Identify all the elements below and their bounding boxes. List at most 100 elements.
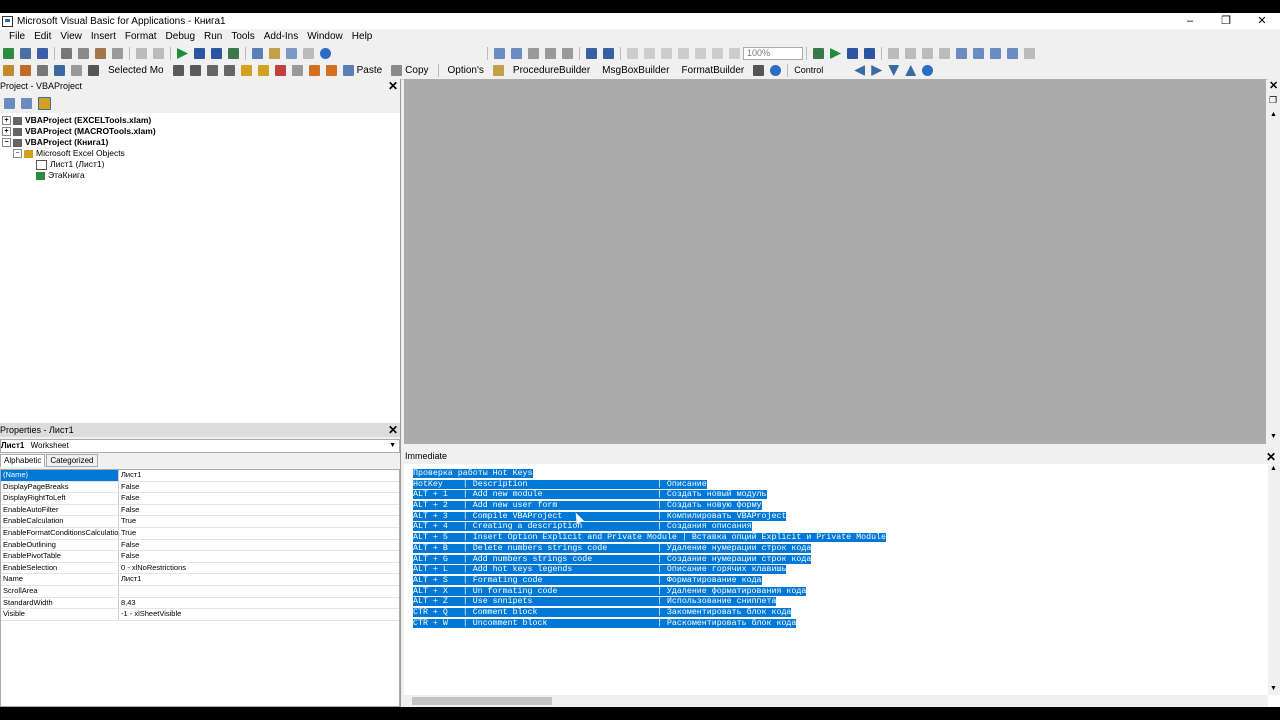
watch-window-icon[interactable] <box>973 48 984 59</box>
close-icon[interactable]: ✕ <box>1269 79 1278 92</box>
insert-module-icon[interactable] <box>20 48 31 59</box>
save-icon[interactable] <box>37 48 48 59</box>
immediate-close-icon[interactable]: ✕ <box>1266 450 1276 464</box>
tree-item-excel-objects[interactable]: − Microsoft Excel Objects <box>0 148 400 159</box>
paste-icon[interactable] <box>95 48 106 59</box>
next-arrow-icon[interactable] <box>871 65 883 76</box>
workspace-scrollbar[interactable]: ✕ ❐ ▲ ▼ <box>1268 79 1280 444</box>
paste-button[interactable]: Paste <box>357 65 383 76</box>
copy-button[interactable]: Copy <box>405 65 428 76</box>
outdent-icon[interactable] <box>511 48 522 59</box>
up-arrow-icon[interactable] <box>905 65 917 76</box>
menu-file[interactable]: File <box>9 31 25 42</box>
comment-block-icon[interactable] <box>545 48 556 59</box>
immediate-window-icon[interactable] <box>956 48 967 59</box>
align-left-icon[interactable] <box>206 65 218 76</box>
call-stack-icon[interactable] <box>1007 48 1018 59</box>
compile-icon[interactable] <box>1024 48 1035 59</box>
locals-icon[interactable] <box>939 48 950 59</box>
collapse-icon[interactable]: − <box>2 138 11 147</box>
snippet-icon[interactable] <box>492 65 504 76</box>
numbered-list-icon[interactable] <box>172 65 184 76</box>
expand-icon[interactable]: + <box>2 116 11 125</box>
bring-front-icon[interactable] <box>627 48 638 59</box>
copy-icon[interactable] <box>78 48 89 59</box>
help-icon[interactable] <box>320 48 331 59</box>
property-row[interactable]: EnableCalculation True <box>1 516 399 528</box>
toggle-breakpoint-icon[interactable] <box>528 48 539 59</box>
object-browser-icon[interactable] <box>286 48 297 59</box>
step-into-icon[interactable] <box>888 48 899 59</box>
eraser-icon[interactable] <box>71 65 82 76</box>
close-button[interactable]: ✕ <box>1244 13 1280 29</box>
menu-window[interactable]: Window <box>307 31 343 42</box>
edit-icon[interactable] <box>54 65 65 76</box>
menu-tools[interactable]: Tools <box>231 31 254 42</box>
cut-icon[interactable] <box>61 48 72 59</box>
property-row[interactable]: StandardWidth 8,43 <box>1 597 399 610</box>
property-row[interactable]: EnableFormatConditionsCalculation True <box>1 527 399 540</box>
menu-debug[interactable]: Debug <box>166 31 195 42</box>
center-icon[interactable] <box>712 48 723 59</box>
indent-icon[interactable] <box>494 48 505 59</box>
selected-mode-combo[interactable]: Selected Mo <box>108 65 164 76</box>
chevron-down-icon[interactable]: ▼ <box>389 440 396 452</box>
project-explorer-icon[interactable] <box>252 48 263 59</box>
same-size-icon[interactable] <box>729 48 740 59</box>
immediate-window[interactable]: Immediate ✕ Проверка работы Hot Keys Hot… <box>404 450 1280 707</box>
quick-watch-icon[interactable] <box>990 48 1001 59</box>
format-builder-button[interactable]: FormatBuilder <box>681 65 744 76</box>
property-row[interactable]: EnableAutoFilter False <box>1 504 399 517</box>
tree-item-exceltools[interactable]: + VBAProject (EXCELTools.xlam) <box>0 115 400 126</box>
restore-icon[interactable]: ❐ <box>1269 95 1277 106</box>
import-icon[interactable] <box>325 65 337 76</box>
menu-run[interactable]: Run <box>204 31 222 42</box>
bulleted-list-icon[interactable] <box>189 65 201 76</box>
procedure-builder-button[interactable]: ProcedureBuilder <box>513 65 590 76</box>
help-icon-3[interactable] <box>922 65 934 76</box>
property-row[interactable]: (Name) Лист1 <box>1 470 399 482</box>
sort-icon[interactable] <box>88 65 99 76</box>
project-scrollbar[interactable] <box>388 93 400 113</box>
design-mode-icon[interactable] <box>228 48 239 59</box>
scroll-thumb[interactable] <box>412 697 552 705</box>
code-workspace[interactable] <box>404 79 1266 444</box>
view-object-icon[interactable] <box>21 97 32 109</box>
minimize-button[interactable]: – <box>1172 13 1208 29</box>
excel-icon[interactable] <box>3 48 14 59</box>
bookmark-icon[interactable] <box>586 48 597 59</box>
expand-icon[interactable]: + <box>2 127 11 136</box>
chevron-down-icon[interactable]: ▼ <box>1270 433 1277 440</box>
undo-icon[interactable] <box>136 48 147 59</box>
zoom-combo[interactable]: 100% <box>743 47 803 60</box>
chevron-up-icon[interactable]: ▲ <box>1270 465 1277 472</box>
msgbox-builder-button[interactable]: MsgBoxBuilder <box>602 65 669 76</box>
break-icon[interactable] <box>194 48 205 59</box>
delete-icon[interactable] <box>274 65 286 76</box>
run-form-icon[interactable] <box>830 48 841 59</box>
property-row[interactable]: DisplayRightToLeft False <box>1 493 399 505</box>
toggle-folders-icon[interactable] <box>38 96 51 110</box>
run-icon[interactable] <box>177 48 188 59</box>
design-icon[interactable] <box>813 48 824 59</box>
immediate-scrollbar[interactable]: ▲ ▼ <box>1268 465 1280 695</box>
property-row[interactable]: EnableOutlining False <box>1 539 399 552</box>
key-icon[interactable] <box>753 65 765 76</box>
tab-categorized[interactable]: Categorized <box>46 454 98 467</box>
property-row[interactable]: ScrollArea <box>1 585 399 598</box>
pause-icon[interactable] <box>847 48 858 59</box>
property-row[interactable]: EnablePivotTable False <box>1 551 399 563</box>
group-icon[interactable] <box>661 48 672 59</box>
tree-item-macrotools[interactable]: + VBAProject (MACROTools.xlam) <box>0 126 400 137</box>
stop-icon[interactable] <box>864 48 875 59</box>
property-row[interactable]: EnableSelection 0 - xlNoRestrictions <box>1 562 399 575</box>
uncomment-block-icon[interactable] <box>562 48 573 59</box>
send-back-icon[interactable] <box>644 48 655 59</box>
tree-item-thisworkbook[interactable]: ЭтаКнига <box>0 170 400 181</box>
menu-view[interactable]: View <box>60 31 82 42</box>
tree-item-sheet1[interactable]: Лист1 (Лист1) <box>0 159 400 170</box>
property-row[interactable]: Name Лист1 <box>1 574 399 586</box>
properties-close-icon[interactable]: ✕ <box>388 423 398 437</box>
menu-format[interactable]: Format <box>125 31 157 42</box>
restore-button[interactable]: ❐ <box>1208 13 1244 29</box>
